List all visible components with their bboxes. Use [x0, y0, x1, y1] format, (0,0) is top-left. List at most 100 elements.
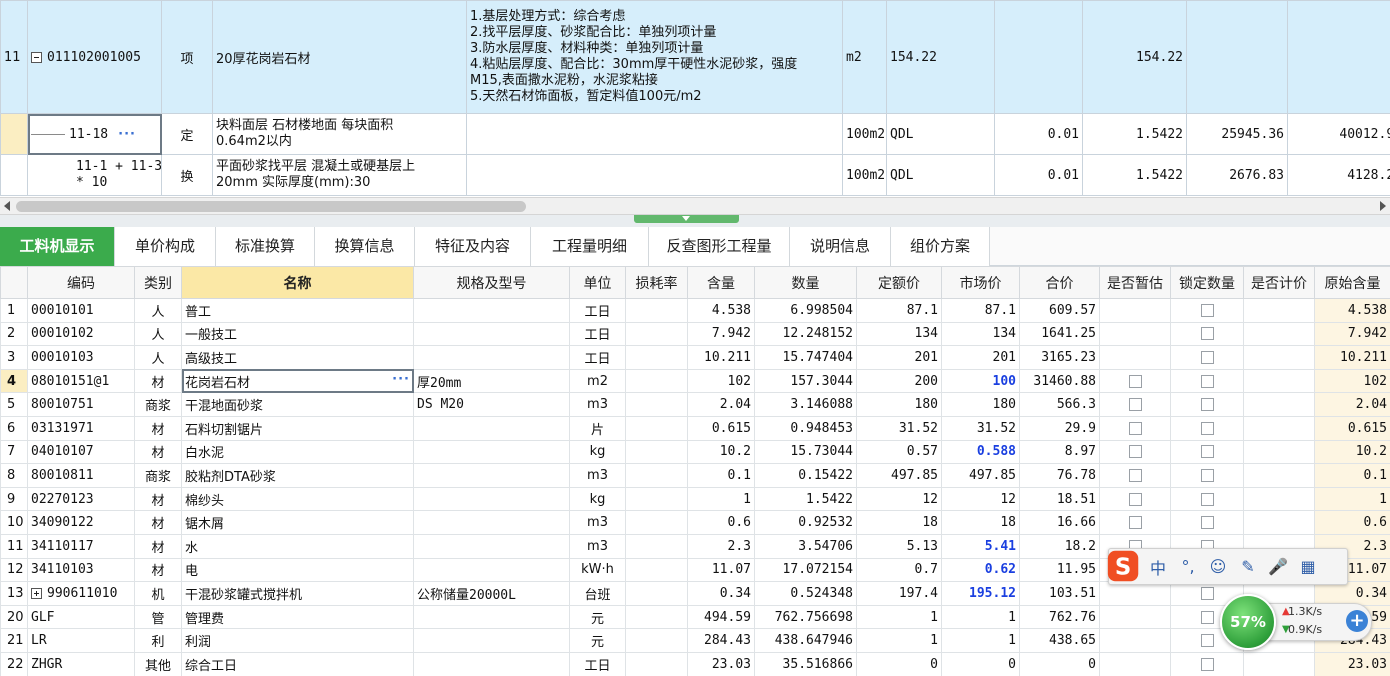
table-row[interactable]: 22 ZHGR 其他 综合工日 工日 23.03 35.516866 0 0 0 23.03 — [0, 651, 1390, 676]
name-cell[interactable]: 普工 — [181, 298, 414, 323]
table-row[interactable]: 6 03131971 材石料切割锯片片 0.615 0.948453 31.52 31.52… — [0, 415, 1390, 441]
loss-rate-cell[interactable] — [625, 557, 688, 583]
total-cell[interactable]: 29.9 — [1019, 415, 1100, 441]
quota-price-cell[interactable]: 201 — [856, 345, 942, 370]
priced-cell[interactable] — [1243, 439, 1315, 465]
content-cell[interactable]: 7.942 — [687, 321, 755, 347]
unit-price-cell[interactable]: 25945.36 — [1186, 113, 1288, 155]
quantity-cell[interactable]: 157.3044 — [754, 368, 857, 394]
lock-quantity-cell[interactable] — [1170, 415, 1244, 441]
content-cell[interactable]: 10.2 — [687, 439, 755, 465]
code-cell[interactable]: GLF — [27, 604, 135, 630]
provisional-cell[interactable] — [1099, 439, 1171, 465]
category-cell[interactable]: 人 — [134, 321, 182, 347]
lock-quantity-checkbox[interactable] — [1200, 516, 1214, 530]
quantity-cell[interactable]: 15.747404 — [754, 345, 857, 370]
priced-cell[interactable] — [1243, 510, 1315, 535]
ime-toolbar[interactable]: S 中 °, ☺ ✎ 🎤 ▦ — [1105, 547, 1348, 585]
feature-description-cell[interactable]: 1.基层处理方式：综合考虑 2.找平层厚度、砂浆配合比：单独列项计量 3.防水层… — [466, 0, 843, 114]
unit-cell[interactable]: 工日 — [569, 321, 626, 347]
table-row[interactable]: 3 00010103 人高级技工 工日 10.211 15.747404 201 201 316… — [0, 345, 1390, 370]
category-cell[interactable]: 材 — [134, 510, 182, 535]
code-cell[interactable]: 08010151@1 — [27, 368, 135, 394]
quantity-cell[interactable]: 154.22 — [1082, 0, 1187, 114]
feature-description-cell[interactable] — [466, 113, 843, 155]
lock-quantity-checkbox[interactable] — [1200, 610, 1214, 624]
col-header-spec[interactable]: 规格及型号 — [413, 266, 570, 299]
provisional-cell[interactable] — [1099, 651, 1171, 676]
category-cell[interactable]: 机 — [134, 581, 182, 606]
name-cell[interactable]: 干混地面砂浆 — [181, 392, 414, 417]
quota-price-cell[interactable]: 0.7 — [856, 557, 942, 583]
lock-quantity-cell[interactable] — [1170, 510, 1244, 535]
lock-quantity-checkbox[interactable] — [1200, 468, 1214, 482]
lock-quantity-cell[interactable] — [1170, 651, 1244, 676]
spec-cell[interactable] — [413, 604, 570, 630]
name-cell[interactable]: 综合工日 — [181, 651, 414, 676]
lock-quantity-checkbox[interactable] — [1200, 586, 1214, 600]
unit-cell[interactable]: 元 — [569, 604, 626, 630]
name-cell[interactable]: 白水泥 — [181, 439, 414, 465]
spec-cell[interactable] — [413, 651, 570, 676]
lock-quantity-cell[interactable] — [1170, 368, 1244, 394]
content-cell[interactable]: 23.03 — [687, 651, 755, 676]
original-content-cell[interactable]: 10.211 — [1314, 345, 1390, 370]
memory-usage-ball[interactable]: 57% — [1220, 594, 1276, 650]
quantity-cell[interactable]: 1.5422 — [754, 486, 857, 512]
quantity-cell[interactable]: 15.73044 — [754, 439, 857, 465]
lock-quantity-checkbox[interactable] — [1200, 492, 1214, 506]
unit-cell[interactable]: kg — [569, 439, 626, 465]
category-cell[interactable]: 材 — [134, 415, 182, 441]
priced-cell[interactable] — [1243, 345, 1315, 370]
unit-cell[interactable]: m3 — [569, 533, 626, 559]
market-price-cell[interactable]: 31.52 — [941, 415, 1020, 441]
table-row[interactable]: 20GLF管管理费元494.59762.75669811762.76494.59 — [0, 604, 1390, 630]
loss-rate-cell[interactable] — [625, 345, 688, 370]
provisional-checkbox[interactable] — [1128, 492, 1142, 506]
market-price-cell[interactable]: 1 — [941, 604, 1020, 630]
market-price-cell[interactable]: 497.85 — [941, 463, 1020, 488]
scrollbar-thumb[interactable] — [16, 201, 526, 212]
table-row[interactable]: 8 80010811 商浆 胶粘剂DTA砂浆 m3 0.1 0.15422 497.85 497… — [0, 463, 1390, 488]
spec-cell[interactable]: 公称储量20000L — [413, 581, 570, 606]
loss-rate-cell[interactable] — [625, 628, 688, 653]
code-cell[interactable]: 00010103 — [27, 345, 135, 370]
sogou-logo-icon[interactable]: S — [1105, 547, 1143, 585]
unit-cell[interactable]: 台班 — [569, 581, 626, 606]
loss-rate-cell[interactable] — [625, 581, 688, 606]
priced-cell[interactable] — [1243, 392, 1315, 417]
scroll-right-icon[interactable] — [1380, 201, 1386, 211]
loss-rate-cell[interactable] — [625, 604, 688, 630]
category-cell[interactable]: 商浆 — [134, 392, 182, 417]
table-row[interactable]: 2 00010102 人一般技工 工日 7.942 12.248152 134 134 1641… — [0, 321, 1390, 347]
name-cell[interactable]: 花岗岩石材 ··· — [181, 368, 414, 394]
content-cell[interactable]: 0.6 — [687, 510, 755, 535]
total-cell[interactable]: 0 — [1019, 651, 1100, 676]
lock-quantity-checkbox[interactable] — [1200, 303, 1214, 317]
quota-price-cell[interactable]: 0 — [856, 651, 942, 676]
original-content-cell[interactable]: 2.04 — [1314, 392, 1390, 417]
provisional-cell[interactable] — [1099, 581, 1171, 606]
priced-cell[interactable] — [1243, 651, 1315, 676]
code-cell[interactable]: LR — [27, 628, 135, 653]
original-content-cell[interactable]: 102 — [1314, 368, 1390, 394]
name-cell[interactable]: 高级技工 — [181, 345, 414, 370]
market-price-cell[interactable]: 0 — [941, 651, 1020, 676]
name-cell[interactable]: 水 — [181, 533, 414, 559]
lock-quantity-checkbox[interactable] — [1200, 398, 1214, 412]
col-header-category[interactable]: 类别 — [134, 266, 182, 299]
name-cell[interactable]: 利润 — [181, 628, 414, 653]
loss-rate-cell[interactable] — [625, 651, 688, 676]
market-price-cell[interactable]: 0.588 — [941, 439, 1020, 465]
total-cell[interactable]: 8.97 — [1019, 439, 1100, 465]
more-options-button[interactable]: ··· — [118, 127, 136, 142]
table-row[interactable]: 5 80010751 商浆 干混地面砂浆 DS M20 m3 2.04 3.146088 180… — [0, 392, 1390, 417]
col-header-loss-rate[interactable]: 损耗率 — [625, 266, 688, 299]
col-header-original-content[interactable]: 原始含量 — [1314, 266, 1390, 299]
table-row[interactable]: 7 04010107 材白水泥 kg 10.2 15.73044 0.57 0.588 8.97… — [0, 439, 1390, 465]
lock-quantity-checkbox[interactable] — [1200, 634, 1214, 648]
market-price-cell[interactable]: 201 — [941, 345, 1020, 370]
category-cell[interactable]: 人 — [134, 345, 182, 370]
content-cell[interactable]: 0.615 — [687, 415, 755, 441]
provisional-cell[interactable] — [1099, 345, 1171, 370]
